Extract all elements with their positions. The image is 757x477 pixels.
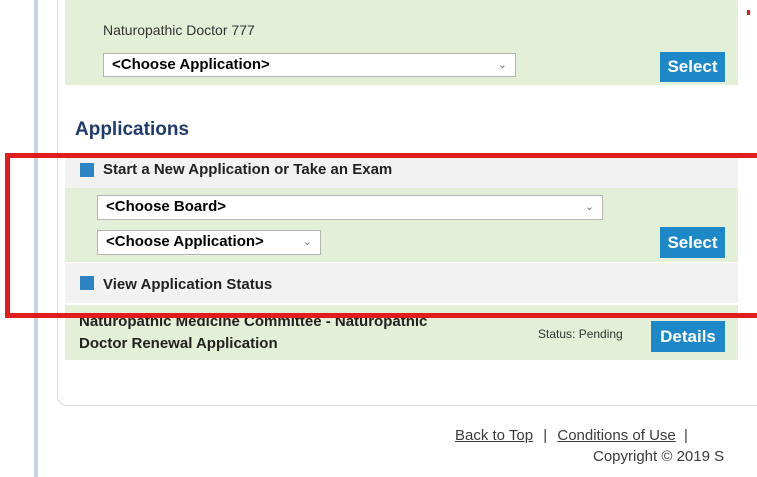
top-board-label: Naturopathic Doctor 777 (103, 22, 255, 38)
conditions-of-use-link[interactable]: Conditions of Use (557, 427, 675, 444)
section-square-icon (80, 163, 94, 177)
status-row-title-line1: Naturopathic Medicine Committee - Naturo… (79, 313, 428, 330)
status-badge: Status: Pending (538, 327, 623, 341)
applications-heading: Applications (75, 119, 190, 140)
chevron-down-icon: ⌄ (497, 59, 507, 71)
application-select[interactable]: <Choose Application> ⌄ (97, 230, 321, 255)
footer-links: Back to Top | Conditions of Use | (455, 427, 688, 444)
new-application-title: Start a New Application or Take an Exam (103, 161, 393, 178)
board-select-value: <Choose Board> (106, 198, 227, 215)
new-application-select-button[interactable]: Select (660, 227, 725, 258)
status-title: View Application Status (103, 276, 273, 293)
back-to-top-link[interactable]: Back to Top (455, 427, 533, 444)
top-application-select[interactable]: <Choose Application> ⌄ (103, 53, 516, 77)
top-application-select-value: <Choose Application> (112, 56, 270, 73)
red-mark (747, 10, 750, 15)
copyright-text: Copyright © 2019 S (593, 448, 725, 465)
status-row-title-line2: Doctor Renewal Application (79, 335, 278, 352)
footer-separator: | (683, 427, 688, 444)
board-select[interactable]: <Choose Board> ⌄ (97, 195, 603, 220)
details-button[interactable]: Details (651, 321, 725, 352)
application-select-value: <Choose Application> (106, 233, 264, 250)
top-select-button[interactable]: Select (660, 52, 725, 82)
footer-separator: | (543, 427, 548, 444)
left-border-rule (34, 0, 38, 477)
chevron-down-icon: ⌄ (302, 236, 312, 248)
section-square-icon (80, 276, 94, 290)
chevron-down-icon: ⌄ (584, 201, 594, 213)
